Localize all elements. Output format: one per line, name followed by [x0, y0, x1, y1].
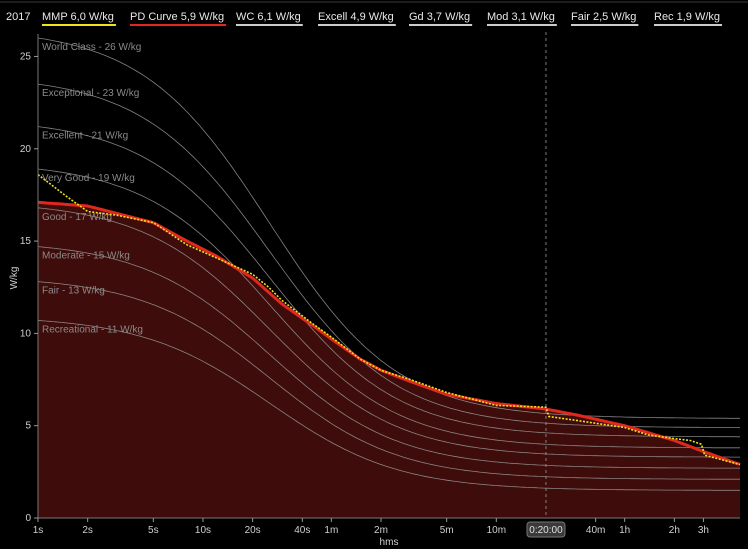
- x-tick-label: 2s: [82, 525, 93, 536]
- x-tick-label: 2h: [669, 525, 680, 536]
- x-tick-label: 40s: [294, 525, 310, 536]
- legend-item-excell: Excell 4,9 W/kg: [318, 11, 394, 23]
- reference-band-label: Excellent - 21 W/kg: [42, 131, 128, 142]
- x-tick-label: 5m: [440, 525, 454, 536]
- y-tick-label: 20: [20, 144, 32, 155]
- cursor-value-label: 0:20:00: [529, 525, 563, 536]
- x-tick-label: 10m: [487, 525, 506, 536]
- reference-band-label: Very Good - 19 W/kg: [42, 173, 135, 184]
- x-tick-label: 20s: [245, 525, 261, 536]
- x-tick-label: 40m: [586, 525, 605, 536]
- y-tick-label: 0: [25, 513, 31, 524]
- reference-band-label: World Class - 26 W/kg: [42, 42, 141, 53]
- reference-band-label: Moderate - 15 W/kg: [42, 251, 130, 262]
- x-tick-label: 3h: [698, 525, 709, 536]
- power-duration-chart: World Class - 26 W/kg Exceptional - 23 W/…: [0, 0, 748, 549]
- x-tick-label: 1s: [33, 525, 44, 536]
- x-tick-label: 1h: [619, 525, 630, 536]
- legend-item-mmp: MMP 6,0 W/kg: [42, 11, 114, 23]
- x-axis-title: hms: [380, 537, 399, 548]
- x-tick-label: 2m: [374, 525, 388, 536]
- y-axis-title: W/kg: [9, 267, 20, 290]
- legend-item-pd-curve: PD Curve 5,9 W/kg: [130, 11, 224, 23]
- legend-item-rec: Rec 1,9 W/kg: [654, 11, 720, 23]
- x-tick-label: 5s: [148, 525, 159, 536]
- x-tick-label: 1m: [324, 525, 338, 536]
- reference-band-label: Recreational - 11 W/kg: [42, 325, 143, 336]
- x-tick-label: 10s: [195, 525, 211, 536]
- reference-band-label: Good - 17 W/kg: [42, 212, 112, 223]
- y-tick-label: 10: [20, 328, 32, 339]
- y-tick-label: 25: [20, 51, 32, 62]
- y-tick-label: 5: [25, 421, 31, 432]
- legend-item-fair: Fair 2,5 W/kg: [571, 11, 636, 23]
- reference-band-label: Fair - 13 W/kg: [42, 286, 105, 297]
- y-tick-label: 15: [20, 236, 32, 247]
- reference-band-label: Exceptional - 23 W/kg: [42, 88, 139, 99]
- year-label: 2017: [6, 11, 30, 23]
- legend-item-gd: Gd 3,7 W/kg: [409, 11, 470, 23]
- legend-item-wc: WC 6,1 W/kg: [236, 11, 301, 23]
- legend-item-mod: Mod 3,1 W/kg: [487, 11, 555, 23]
